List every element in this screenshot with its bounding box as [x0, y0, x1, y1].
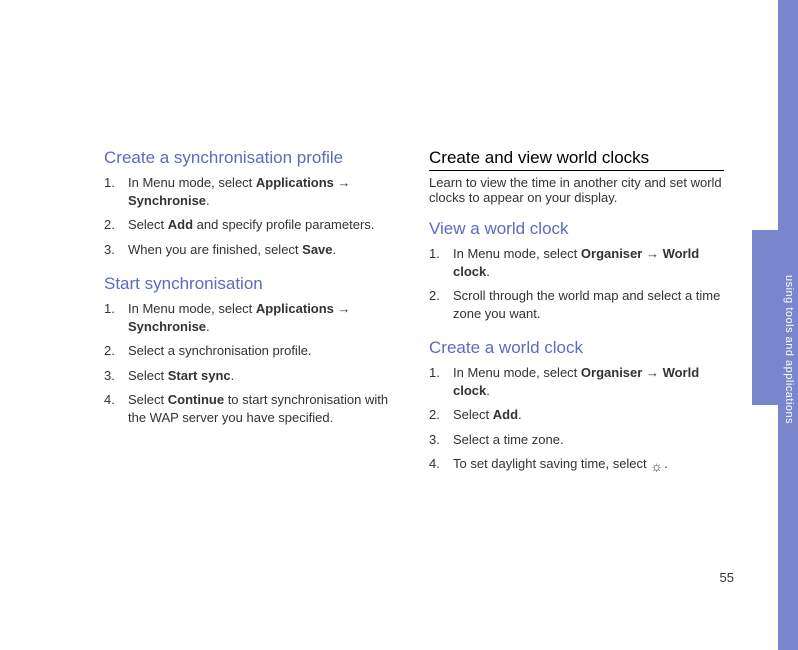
list-start-sync: In Menu mode, select Applications → Sync… [104, 300, 399, 426]
list-item: Select Continue to start synchronisation… [104, 391, 399, 426]
list-item: Select a synchronisation profile. [104, 342, 399, 360]
left-column: Create a synchronisation profile In Menu… [104, 148, 399, 489]
heading-create-world-clock: Create a world clock [429, 338, 724, 358]
list-item: Select a time zone. [429, 431, 724, 449]
list-view-world-clock: In Menu mode, select Organiser → World c… [429, 245, 724, 322]
page-number: 55 [720, 570, 734, 585]
list-item: In Menu mode, select Organiser → World c… [429, 364, 724, 399]
list-create-sync-profile: In Menu mode, select Applications → Sync… [104, 174, 399, 258]
list-item: When you are finished, select Save. [104, 241, 399, 259]
heading-create-sync-profile: Create a synchronisation profile [104, 148, 399, 168]
section-side-label: using tools and applications [783, 275, 795, 424]
list-item: In Menu mode, select Applications → Sync… [104, 174, 399, 209]
list-item: Select Start sync. [104, 367, 399, 385]
list-item: Select Add and specify profile parameter… [104, 216, 399, 234]
intro-world-clocks: Learn to view the time in another city a… [429, 175, 724, 205]
list-create-world-clock: In Menu mode, select Organiser → World c… [429, 364, 724, 473]
heading-view-world-clock: View a world clock [429, 219, 724, 239]
page-content: Create a synchronisation profile In Menu… [104, 148, 724, 489]
list-item: Scroll through the world map and select … [429, 287, 724, 322]
sun-icon [650, 458, 664, 472]
list-item: Select Add. [429, 406, 724, 424]
list-item: In Menu mode, select Organiser → World c… [429, 245, 724, 280]
list-item: In Menu mode, select Applications → Sync… [104, 300, 399, 335]
heading-world-clocks-main: Create and view world clocks [429, 148, 724, 171]
heading-start-sync: Start synchronisation [104, 274, 399, 294]
list-item: To set daylight saving time, select . [429, 455, 724, 473]
right-column: Create and view world clocks Learn to vi… [429, 148, 724, 489]
